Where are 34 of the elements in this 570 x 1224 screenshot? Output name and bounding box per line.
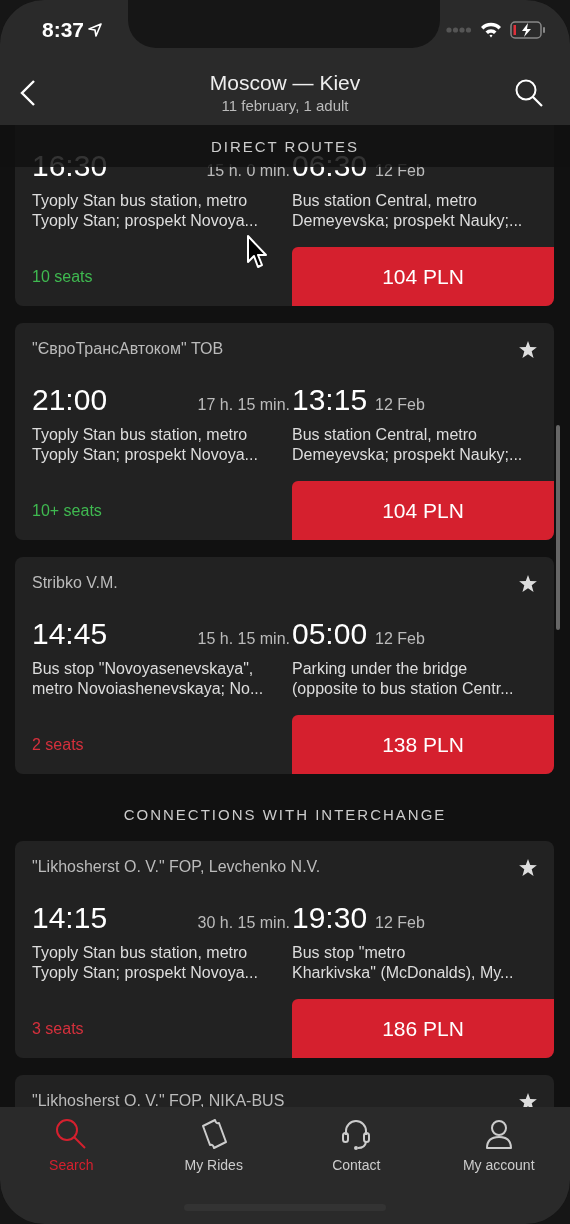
arrival-time: 05:00 [292,617,368,651]
route-title: Moscow — Kiev [208,71,362,95]
arrival-address: Bus station Central, metro Demeyevska; prospekt Nauky;... [292,191,524,231]
arrival-date: 12 Feb [375,162,425,180]
arrival-time: 13:15 [292,383,368,417]
seats-available: 10 seats [32,267,93,286]
arrival-address: Bus station Central, metro Demeyevska; prospekt Nauky;... [292,425,524,465]
seats-available: 3 seats [32,1019,84,1038]
trip-duration: 30 h. 15 min. [197,914,291,932]
arrival-time: 19:30 [292,901,368,935]
arrival-date: 12 Feb [375,396,425,414]
operator-name: "Likhosherst O. V." FOP, Levchenko N.V. [32,858,321,876]
arrival-address: Bus stop "metro Kharkivska" (McDonalds), My... [292,943,515,983]
arrival-date: 12 Feb [375,630,425,648]
trip-duration: 17 h. 15 min. [197,396,291,414]
departure-address: Tyoply Stan bus station, metro Tyoply Stan; prospekt Novoya... [31,425,259,465]
departure-time: 21:00 [32,383,108,417]
trip-duration: 15 h. 15 min. [197,630,291,648]
arrival-address: Parking under the bridge (opposite to bus station Centr... [292,659,515,699]
section-heading: CONNECTIONS WITH INTERCHANGE [122,805,448,825]
departure-time: 14:15 [32,901,108,935]
departure-time: 14:45 [32,617,108,651]
departure-address: Tyoply Stan bus station, metro Tyoply Stan; prospekt Novoya... [31,943,259,983]
departure-time: 16:30 [32,149,108,183]
arrival-date: 12 Feb [375,914,425,932]
departure-address: Tyoply Stan bus station, metro Tyoply Stan; prospekt Novoya... [31,191,259,231]
trip-duration: 15 h. 0 min. [206,162,291,180]
status-time: 8:37 [42,18,85,42]
seats-available: 10+ seats [32,501,102,520]
operator-name: "ЄвроТрансАвтоком" ТОВ [32,340,224,358]
operator-name: Stribko V.M. [32,574,118,592]
departure-address: Bus stop "Novoyasenevskaya", metro Novoiashenevskaya; No... [31,659,265,699]
trip-details: 11 february, 1 adult [220,97,350,114]
seats-available: 2 seats [32,735,84,754]
